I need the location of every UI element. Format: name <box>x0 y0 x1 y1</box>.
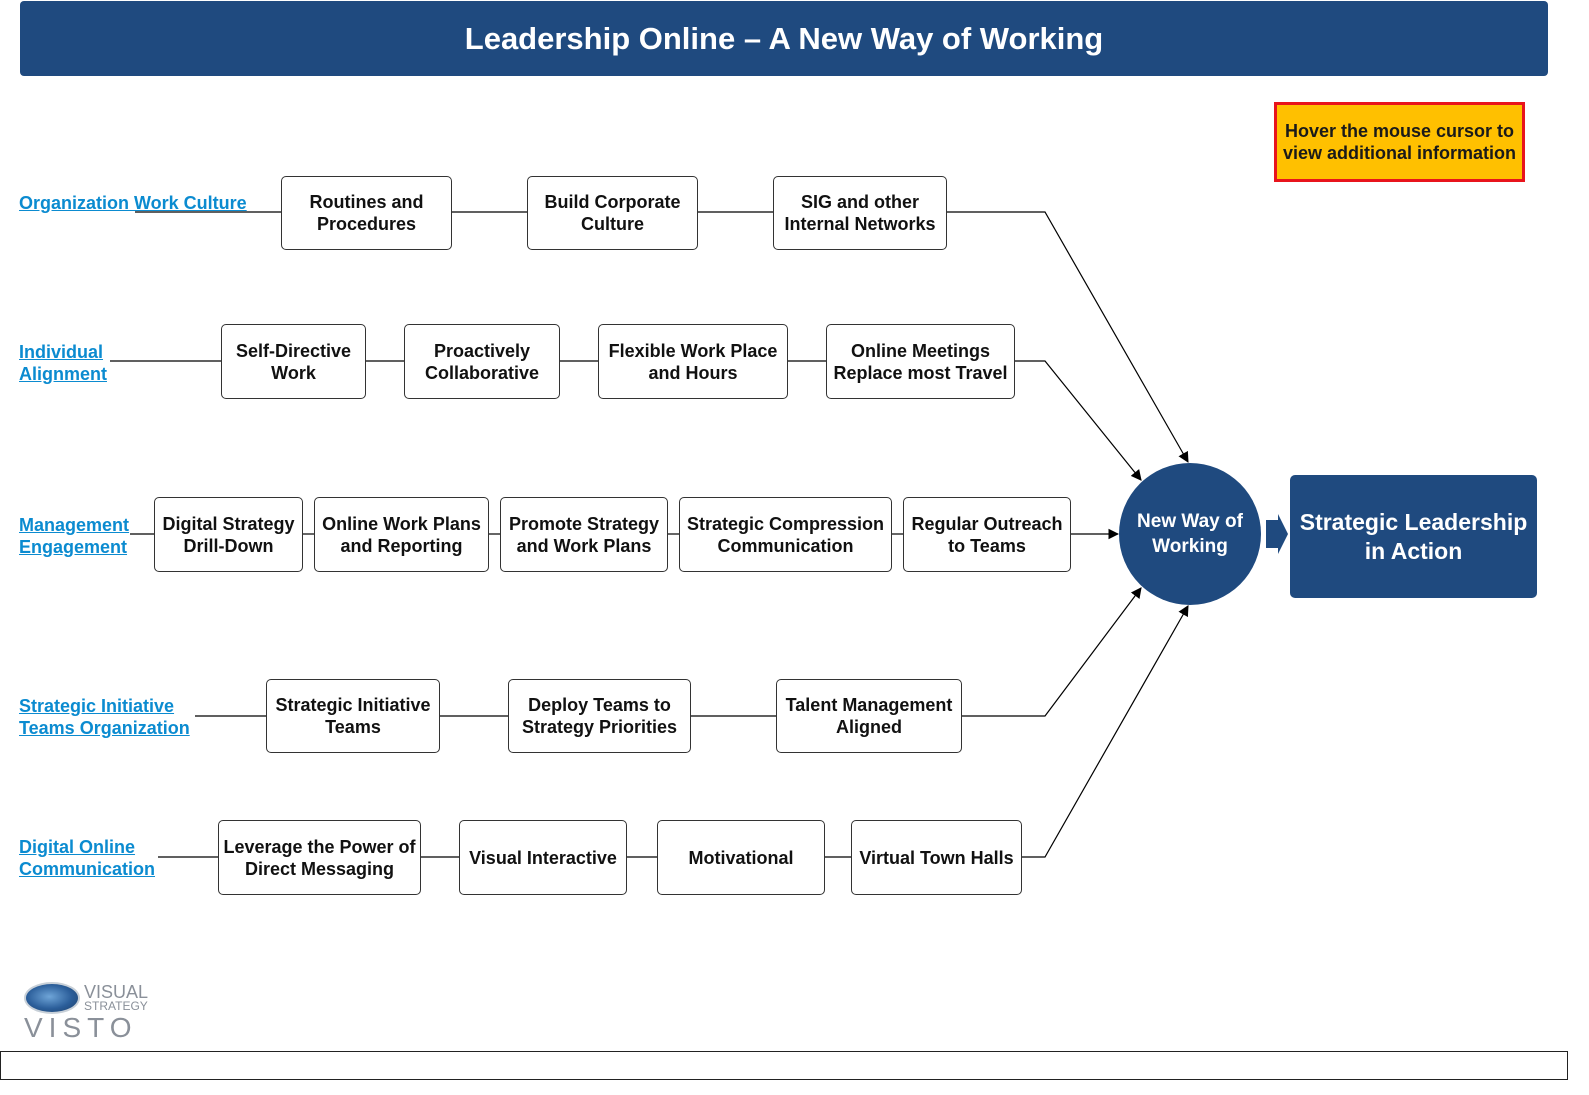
eye-icon <box>24 982 80 1014</box>
box-self-directive-work[interactable]: Self-Directive Work <box>221 324 366 399</box>
box-routines-and-procedures[interactable]: Routines and Procedures <box>281 176 452 250</box>
row-label-organization-work-culture[interactable]: Organization Work Culture <box>19 192 247 214</box>
hub-label: New Way of Working <box>1137 511 1243 557</box>
box-strategic-initiative-teams[interactable]: Strategic Initiative Teams <box>266 679 440 753</box>
logo-strategy-text: STRATEGY <box>84 999 148 1013</box>
box-motivational[interactable]: Motivational <box>657 820 825 895</box>
result-strategic-leadership[interactable]: Strategic Leadership in Action <box>1290 475 1537 598</box>
box-online-meetings[interactable]: Online Meetings Replace most Travel <box>826 324 1015 399</box>
row-label-digital-online-communication[interactable]: Digital Online Communication <box>19 836 159 880</box>
box-online-work-plans[interactable]: Online Work Plans and Reporting <box>314 497 489 572</box>
row-label-individual-alignment[interactable]: Individual Alignment <box>19 341 129 385</box>
box-promote-strategy[interactable]: Promote Strategy and Work Plans <box>500 497 668 572</box>
hub-to-result-arrow <box>1266 514 1288 554</box>
box-deploy-teams[interactable]: Deploy Teams to Strategy Priorities <box>508 679 691 753</box>
box-leverage-direct-messaging[interactable]: Leverage the Power of Direct Messaging <box>218 820 421 895</box>
hub-new-way-of-working[interactable]: New Way of Working <box>1119 463 1261 605</box>
box-regular-outreach[interactable]: Regular Outreach to Teams <box>903 497 1071 572</box>
row-label-management-engagement[interactable]: Management Engagement <box>19 514 139 558</box>
box-visual-interactive[interactable]: Visual Interactive <box>459 820 627 895</box>
box-proactively-collaborative[interactable]: Proactively Collaborative <box>404 324 560 399</box>
box-strategic-compression[interactable]: Strategic Compression Communication <box>679 497 892 572</box>
result-label: Strategic Leadership in Action <box>1299 508 1528 564</box>
box-digital-strategy-drill-down[interactable]: Digital Strategy Drill-Down <box>154 497 303 572</box>
row-label-strategic-initiative-teams[interactable]: Strategic Initiative Teams Organization <box>19 695 199 739</box>
box-talent-management[interactable]: Talent Management Aligned <box>776 679 962 753</box>
box-sig-internal-networks[interactable]: SIG and other Internal Networks <box>773 176 947 250</box>
logo-visto-text: VISTO <box>24 1012 138 1043</box>
box-build-corporate-culture[interactable]: Build Corporate Culture <box>527 176 698 250</box>
box-virtual-town-halls[interactable]: Virtual Town Halls <box>851 820 1022 895</box>
bottom-info-bar <box>0 1051 1568 1080</box>
box-flexible-work-place[interactable]: Flexible Work Place and Hours <box>598 324 788 399</box>
visto-logo: VISUAL STRATEGY VISTO <box>22 978 162 1043</box>
